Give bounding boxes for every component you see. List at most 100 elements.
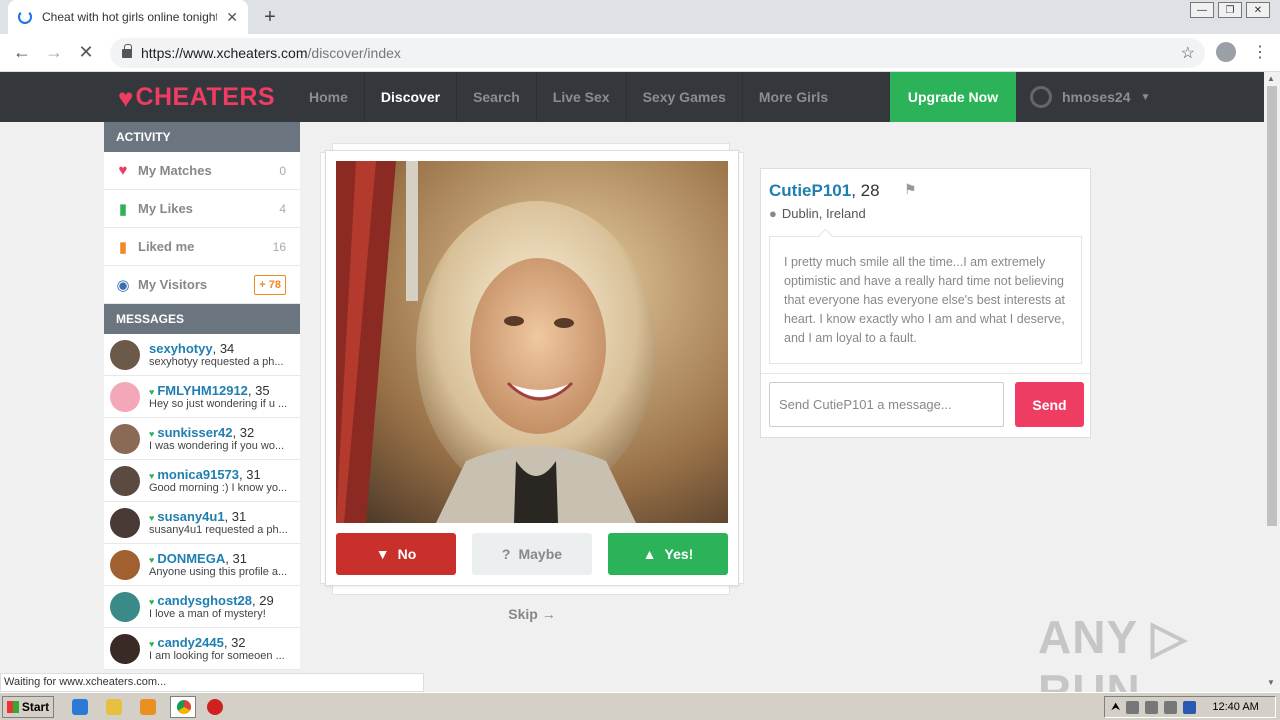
nav-sexy-games[interactable]: Sexy Games [627,72,743,122]
online-heart-icon: ♥ [149,555,155,565]
menu-dots-icon[interactable]: ⋮ [1252,42,1268,62]
activity-my-matches[interactable]: ♥ My Matches 0 [104,152,300,190]
message-row[interactable]: ♥ monica91573, 31 Good morning :) I know y… [104,460,300,502]
skip-link[interactable]: Skip → [490,606,574,622]
page-scrollbar[interactable]: ▲ ▼ [1264,72,1280,692]
profile-photo[interactable] [336,161,728,523]
scroll-up-icon[interactable]: ▲ [1267,74,1275,83]
message-row[interactable]: ♥ DONMEGA, 31 Anyone using this profile a.… [104,544,300,586]
sender-age: , 32 [232,425,255,440]
messages-heading: MESSAGES [104,304,300,334]
message-row[interactable]: ♥ susany4u1, 31 susany4u1 requested a ph..… [104,502,300,544]
forward-button[interactable]: → [42,40,66,64]
tray-expand-icon[interactable]: ⮝ [1111,701,1120,714]
online-heart-icon: ♥ [149,597,155,607]
maybe-label: Maybe [518,546,563,562]
hand-icon: ▲ [642,546,657,562]
avatar [110,339,140,370]
folder-icon[interactable] [106,699,122,715]
message-input[interactable] [769,382,1004,427]
message-sender: ♥ candysghost28, 29 [149,593,294,608]
upgrade-now-button[interactable]: Upgrade Now [890,72,1016,122]
close-window-button[interactable]: ✕ [1246,2,1270,18]
nav-discover[interactable]: Discover [365,72,458,122]
ie-icon[interactable] [72,699,88,715]
activity-my-visitors[interactable]: ◉ My Visitors + 78 [104,266,300,304]
back-button[interactable]: ← [10,40,34,64]
browser-tab[interactable]: Cheat with hot girls online tonight fo ✕ [8,0,248,34]
site-logo[interactable]: ♥ CHEATERS [118,83,275,112]
avatar [110,507,140,538]
message-preview: Good morning :) I know yo... [149,482,288,494]
message-row[interactable]: sexyhotyy, 34 sexyhotyy requested a ph... [104,334,300,376]
nav-more-girls[interactable]: More Girls [743,72,844,122]
message-sender: ♥ monica91573, 31 [149,467,294,482]
message-row[interactable]: ♥ sunkisser42, 32 I was wondering if you w… [104,418,300,460]
user-menu[interactable]: hmoses24 ▼ [1030,72,1150,122]
report-flag-icon[interactable]: ⚑ [904,181,917,198]
activity-liked-me[interactable]: ▮ Liked me 16 [104,228,300,266]
activity-count: 4 [279,201,286,216]
nav-links: Home Discover Search Live Sex Sexy Games… [293,72,844,122]
minimize-button[interactable]: — [1190,2,1214,18]
message-sender: ♥ sunkisser42, 32 [149,425,294,440]
online-heart-icon: ♥ [149,429,155,439]
bookmark-star-icon[interactable]: ☆ [1181,43,1195,63]
address-bar[interactable]: https://www.xcheaters.com/discover/index… [110,38,1205,68]
no-label: No [397,546,417,562]
avatar [110,381,140,412]
activity-label: My Visitors [138,277,208,292]
sender-age: , 31 [225,551,247,566]
message-preview: sexyhotyy requested a ph... [149,356,284,368]
stop-icon[interactable] [207,699,223,715]
new-tab-button[interactable]: + [260,6,280,29]
message-row[interactable]: ♥ candysghost28, 29 I love a man of myster… [104,586,300,628]
flag-icon[interactable] [1164,700,1178,714]
nav-home[interactable]: Home [293,72,365,122]
avatar [110,423,140,454]
system-tray: ⮝ 12:40 AM [1104,696,1276,718]
sender-age: , 29 [252,593,274,608]
send-button[interactable]: Send [1015,382,1084,427]
message-preview: Anyone using this profile a... [149,566,288,578]
maybe-button[interactable]: ? Maybe [472,533,592,575]
activity-my-likes[interactable]: ▮ My Likes 4 [104,190,300,228]
scrollbar-thumb[interactable] [1267,86,1277,526]
sender-name: candysghost28 [157,593,252,608]
eye-icon: ◉ [116,276,130,294]
yes-button[interactable]: ▲ Yes! [608,533,728,575]
hand-icon: ▮ [118,238,128,256]
message-row[interactable]: ♥ FMLYHM12912, 35 Hey so just wondering if… [104,376,300,418]
sender-name: DONMEGA [157,551,226,566]
avatar [110,591,140,622]
logo-text: CHEATERS [135,83,276,111]
notification-icon[interactable] [1183,700,1197,714]
thumbs-up-icon: ▮ [118,200,128,218]
profile-icon[interactable] [1216,42,1236,62]
nav-search[interactable]: Search [457,72,537,122]
lock-icon [122,43,132,58]
activity-label: My Matches [138,163,212,178]
message-row[interactable]: ♥ candy2445, 32 I am looking for someoen .… [104,628,300,670]
message-text: ♥ susany4u1, 31 susany4u1 requested a ph..… [149,509,294,536]
sidebar: ACTIVITY ♥ My Matches 0 ▮ My Likes 4 ▮ L… [104,122,300,670]
start-label: Start [21,700,50,714]
nav-live-sex[interactable]: Live Sex [537,72,627,122]
site-navbar: ♥ CHEATERS Home Discover Search Live Sex… [0,72,1264,122]
start-button[interactable]: Start [2,696,54,718]
sender-age: , 31 [224,509,247,524]
window-controls: — ❐ ✕ [1190,0,1270,18]
stop-loading-button[interactable]: ✕ [74,40,98,64]
no-button[interactable]: ▼ No [336,533,456,575]
sender-name: sunkisser42 [157,425,233,440]
media-player-icon[interactable] [140,699,156,715]
profile-name[interactable]: CutieP101 [769,181,851,200]
browser-status-bar: Waiting for www.xcheaters.com... [0,673,424,692]
restore-button[interactable]: ❐ [1218,2,1242,18]
sender-name: FMLYHM12912 [157,383,248,398]
close-tab-icon[interactable]: ✕ [226,9,238,26]
clock: 12:40 AM [1212,701,1259,713]
network-icon[interactable] [1145,700,1159,714]
chrome-icon [177,700,191,714]
volume-icon[interactable] [1126,700,1140,714]
